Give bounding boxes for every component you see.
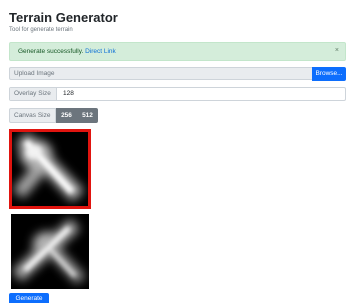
upload-image-input[interactable]: Upload Image — [9, 67, 312, 80]
canvas-size-label: Canvas Size — [9, 108, 56, 123]
close-icon[interactable]: × — [335, 47, 339, 54]
upload-image-label: Upload Image — [14, 70, 55, 77]
overlay-heightmap-image — [11, 214, 89, 289]
canvas-size-512-button[interactable]: 512 — [77, 108, 98, 123]
alert-text: Generate successfully. Direct Link — [18, 48, 116, 55]
direct-link[interactable]: Direct Link — [85, 48, 116, 55]
alert-message: Generate successfully. — [18, 48, 84, 55]
canvas-size-256-button[interactable]: 256 — [56, 108, 77, 123]
terrain-heightmap-image — [12, 132, 88, 206]
overlay-size-label: Overlay Size — [10, 88, 57, 100]
overlay-size-group: Overlay Size 128 — [9, 87, 346, 101]
page-subtitle: Tool for generate terrain — [9, 27, 73, 33]
terrain-preview-selected[interactable] — [9, 129, 91, 209]
terrain-overlay-image — [11, 214, 89, 289]
generate-button[interactable]: Generate — [9, 293, 49, 303]
page-title: Terrain Generator — [9, 10, 118, 25]
overlay-size-input[interactable]: 128 — [63, 88, 74, 100]
browse-button[interactable]: Browse... — [312, 67, 346, 81]
success-alert: Generate successfully. Direct Link × — [9, 42, 346, 61]
